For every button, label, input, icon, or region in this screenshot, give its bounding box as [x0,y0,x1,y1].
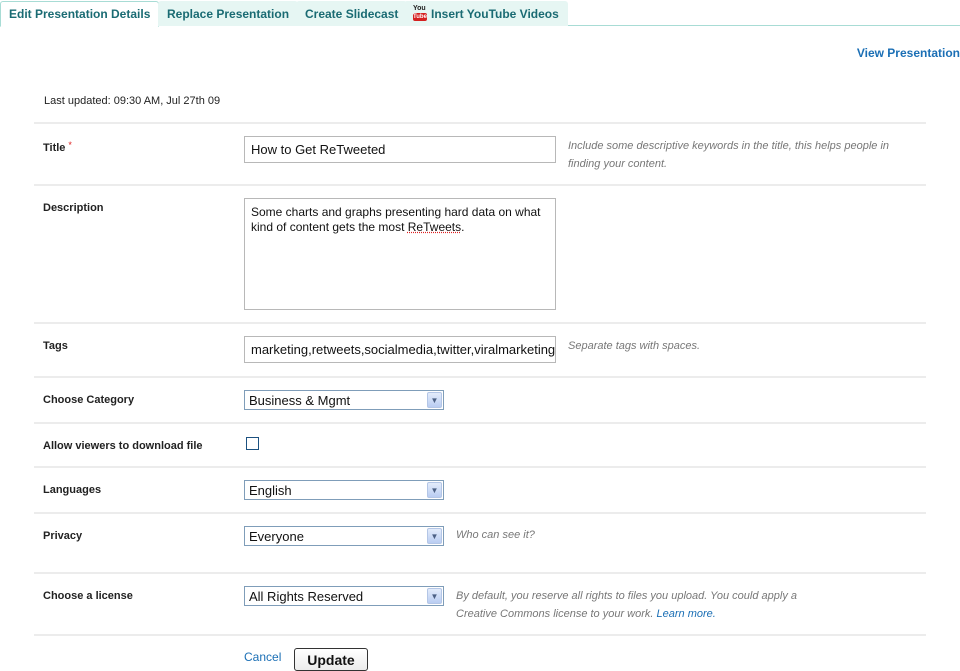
title-input[interactable]: How to Get ReTweeted [244,136,556,163]
misspelled-word: ReTweets [407,220,462,234]
category-row: Choose Category Business & Mgmt ▼ [34,376,926,422]
license-row: Choose a license All Rights Reserved ▼ By… [34,572,926,634]
license-select[interactable]: All Rights Reserved ▼ [244,586,444,606]
download-checkbox[interactable] [246,437,259,450]
description-textarea[interactable]: Some charts and graphs presenting hard d… [244,198,556,310]
license-value: All Rights Reserved [249,589,364,604]
title-label: Title * [43,140,72,154]
chevron-down-icon[interactable]: ▼ [427,482,442,498]
tags-label: Tags [43,340,68,352]
tab-edit-presentation-details[interactable]: Edit Presentation Details [0,1,160,27]
languages-row: Languages English ▼ [34,466,926,512]
description-text-end: . [461,220,465,234]
tags-input[interactable]: marketing,retweets,socialmedia,twitter,v… [244,336,556,363]
download-label: Allow viewers to download file [43,440,203,452]
divider [34,634,926,636]
tags-row: Tags marketing,retweets,socialmedia,twit… [34,322,926,376]
tab-insert-youtube-videos[interactable]: You Tube Insert YouTube Videos [404,1,568,26]
required-mark: * [68,140,72,150]
tab-bar: Edit Presentation Details Replace Presen… [0,0,960,27]
chevron-down-icon[interactable]: ▼ [427,588,442,604]
chevron-down-icon[interactable]: ▼ [427,528,442,544]
privacy-row: Privacy Everyone ▼ Who can see it? [34,512,926,572]
category-select[interactable]: Business & Mgmt ▼ [244,390,444,410]
title-hint: Include some descriptive keywords in the… [568,140,890,170]
tab-label: Insert YouTube Videos [431,7,559,21]
last-updated-text: Last updated: 09:30 AM, Jul 27th 09 [44,95,221,107]
license-hint-text: By default, you reserve all rights to fi… [456,590,798,620]
license-hint: By default, you reserve all rights to fi… [456,587,806,623]
view-presentation-link[interactable]: View Presentation [857,46,960,60]
description-label: Description [43,202,104,214]
category-value: Business & Mgmt [249,393,351,408]
languages-value: English [249,483,292,498]
chevron-down-icon[interactable]: ▼ [427,392,442,408]
license-label: Choose a license [43,590,133,602]
category-label: Choose Category [43,394,135,406]
update-button[interactable]: Update [294,648,368,671]
tab-replace-presentation[interactable]: Replace Presentation [158,1,299,26]
cancel-link[interactable]: Cancel [244,650,281,664]
privacy-hint: Who can see it? [456,529,535,541]
languages-select[interactable]: English ▼ [244,480,444,500]
download-row: Allow viewers to download file [34,422,926,466]
description-text: Some charts and graphs presenting hard d… [251,205,541,234]
privacy-value: Everyone [249,529,304,544]
title-row: Title * How to Get ReTweeted Include some… [34,122,926,184]
tab-create-slidecast[interactable]: Create Slidecast [296,1,408,26]
privacy-label: Privacy [43,530,83,542]
youtube-icon: You Tube [413,5,427,21]
tags-hint: Separate tags with spaces. [568,340,701,352]
description-row: Description Some charts and graphs prese… [34,184,926,322]
learn-more-link[interactable]: Learn more. [657,608,716,620]
languages-label: Languages [43,484,102,496]
privacy-select[interactable]: Everyone ▼ [244,526,444,546]
